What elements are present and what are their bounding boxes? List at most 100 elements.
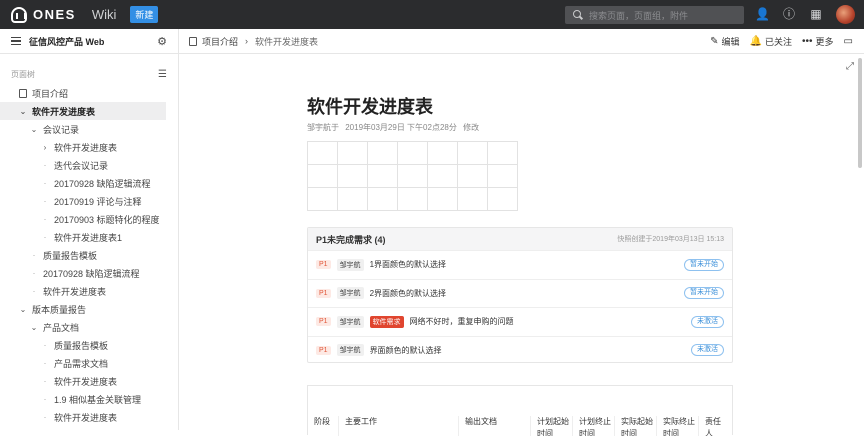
tree-item[interactable]: 项目介绍 [0, 84, 178, 102]
help-icon[interactable]: ⓘ [782, 7, 796, 21]
requirement-row[interactable]: P1 邹宇航 2界面颜色的默认选择 暂未开始 [308, 278, 732, 308]
table-header-cell: 计划起始时间 [530, 416, 572, 436]
expand-icon[interactable]: ⤢ [846, 61, 854, 72]
tree-item-label: 迭代会议记录 [54, 160, 109, 171]
bell-icon: 🔔 [749, 35, 762, 47]
tree-item[interactable]: › 软件开发进度表 [0, 138, 178, 156]
owner-badge: 邹宇航 [336, 287, 364, 300]
ones-logo-icon [11, 6, 27, 23]
tree-item[interactable]: · 1.9 相似基金关联管理 [0, 390, 178, 408]
tree-item[interactable]: · 20170928 缺陷逻辑流程 [0, 264, 178, 282]
page-action: 修改 [463, 123, 480, 132]
tree-item[interactable]: · 软件开发进度表 [0, 408, 178, 426]
tree-item[interactable]: · 20170919 评论与注释 [0, 192, 178, 210]
tree-label-row: 页面树 ☰ [0, 64, 178, 84]
edit-button[interactable]: ✎ 编辑 [710, 35, 739, 48]
breadcrumb-item-intro[interactable]: 项目介绍 [202, 35, 238, 48]
requirement-row[interactable]: P1 邹宇航 软件需求 网络不好时，重复申购的问题 未激活 [308, 307, 732, 336]
owner-badge: 邹宇航 [336, 344, 364, 357]
tree-item-label: 质量报告模板 [43, 250, 98, 261]
bullet-icon: · [32, 286, 36, 296]
snapshot-note: 快照创建于2019年03月13日 15:13 [617, 236, 724, 243]
sidebar-header: 征信风控产品 Web ⚙ [0, 28, 179, 54]
tree-item[interactable]: · 产品需求文档 [0, 354, 178, 372]
main-content: ⤢ 软件开发进度表 邹宇航于 2019年03月29日 下午02点28分 修改 P… [180, 55, 864, 436]
wiki-label[interactable]: Wiki [92, 7, 117, 22]
user-avatar[interactable] [836, 5, 855, 24]
status-badge: 未激活 [691, 315, 724, 328]
tree-item-label: 20170919 评论与注释 [54, 196, 142, 207]
tree-item[interactable]: ⌄ 版本质量报告 [0, 300, 178, 318]
tree-item[interactable]: ⌄ 会议记录 [0, 120, 178, 138]
bullet-icon: · [43, 214, 47, 224]
page-icon [19, 88, 27, 98]
new-button[interactable]: 新建 [130, 6, 159, 23]
tree-item[interactable]: · 软件开发进度表1 [0, 228, 178, 246]
requirement-text: 2界面颜色的默认选择 [369, 288, 447, 298]
bullet-icon: · [43, 340, 47, 350]
page-tree: 项目介绍 ⌄ 软件开发进度表 ⌄ 会议记录 › 软件开发进度表 · 迭代会议记录 · 2017092… [0, 84, 178, 426]
tree-item-label: 软件开发进度表1 [54, 232, 123, 243]
bullet-icon: · [43, 232, 47, 242]
breadcrumb-item-current[interactable]: 软件开发进度表 [255, 35, 318, 48]
table-header-cell: 实际起始时间 [614, 416, 656, 436]
menu-icon[interactable] [11, 37, 21, 45]
chevron-right-icon[interactable]: › [40, 143, 50, 152]
tree-item[interactable]: · 质量报告模板 [0, 336, 178, 354]
tree-item-label: 会议记录 [43, 124, 80, 135]
tree-item[interactable]: ⌄ 产品文档 [0, 318, 178, 336]
comment-button[interactable]: ▭ [844, 36, 856, 47]
tree-item[interactable]: · 20170903 标题特化的程度 [0, 210, 178, 228]
chevron-down-icon[interactable]: ⌄ [29, 125, 39, 134]
apps-grid-icon[interactable]: ▦ [809, 7, 823, 21]
bullet-icon: · [43, 178, 47, 188]
sort-icon[interactable]: ☰ [158, 69, 167, 80]
tree-item-label: 软件开发进度表 [54, 412, 118, 423]
requirements-card: P1未完成需求 (4) 快照创建于2019年03月13日 15:13 P1 邹宇航… [307, 227, 733, 363]
add-user-icon[interactable]: 👤 [755, 7, 770, 21]
owner-badge: 邹宇航 [336, 258, 364, 271]
tree-item[interactable]: · 软件开发进度表 [0, 282, 178, 300]
requirement-row[interactable]: P1 邹宇航 界面颜色的默认选择 未激活 [308, 335, 732, 365]
bullet-icon: · [43, 394, 47, 404]
bullet-icon: · [43, 160, 47, 170]
requirement-text: 1界面颜色的默认选择 [369, 260, 447, 270]
table-header-cell: 实际终止时间 [656, 416, 698, 436]
priority-badge: P1 [316, 288, 331, 298]
requirement-text: 网络不好时，重复申购的问题 [409, 317, 514, 327]
page-title: 软件开发进度表 [307, 97, 433, 117]
gear-icon[interactable]: ⚙ [157, 35, 167, 48]
table-header-cell: 计划终止时间 [572, 416, 614, 436]
bullet-icon: · [32, 268, 36, 278]
tree-item-label: 产品文档 [43, 322, 80, 333]
bullet-icon: · [43, 196, 47, 206]
scrollbar-thumb[interactable] [858, 58, 862, 168]
tree-item[interactable]: · 质量报告模板 [0, 246, 178, 264]
search-placeholder: 搜索页面，页面组，附件 [589, 10, 689, 21]
tree-item-label: 软件开发进度表 [43, 286, 107, 297]
chevron-down-icon[interactable]: ⌄ [29, 323, 39, 332]
tree-label: 页面树 [11, 69, 35, 79]
tree-item[interactable]: ⌄ 软件开发进度表 [0, 102, 166, 120]
table-header-cell: 主要工作 [338, 416, 458, 436]
chevron-down-icon[interactable]: ⌄ [18, 107, 28, 116]
tree-item-label: 1.9 相似基金关联管理 [54, 394, 142, 405]
more-button[interactable]: ••• 更多 [802, 35, 834, 48]
tree-item[interactable]: · 迭代会议记录 [0, 156, 178, 174]
ones-logo[interactable]: ONES [11, 6, 76, 23]
follow-button[interactable]: 🔔 已关注 [750, 35, 792, 48]
top-navigation-bar: ONES Wiki 新建 搜索页面，页面组，附件 👤 ⓘ ▦ [0, 0, 864, 29]
tree-item-label: 软件开发进度表 [54, 376, 118, 387]
tree-item-label: 产品需求文档 [54, 358, 109, 369]
requirement-row[interactable]: P1 邹宇航 1界面颜色的默认选择 暂未开始 [308, 250, 732, 279]
tree-item[interactable]: · 20170928 缺陷逻辑流程 [0, 174, 178, 192]
space-title[interactable]: 征信风控产品 Web [29, 35, 157, 48]
tree-item-label: 软件开发进度表 [54, 142, 118, 153]
priority-badge: P1 [316, 345, 331, 355]
requirements-title: P1未完成需求 (4) [316, 234, 386, 245]
breadcrumb: 项目介绍 › 软件开发进度表 [179, 35, 700, 48]
tree-item[interactable]: · 软件开发进度表 [0, 372, 178, 390]
search-input[interactable]: 搜索页面，页面组，附件 [565, 6, 744, 24]
scrollbar[interactable] [856, 55, 864, 430]
chevron-down-icon[interactable]: ⌄ [18, 305, 28, 314]
